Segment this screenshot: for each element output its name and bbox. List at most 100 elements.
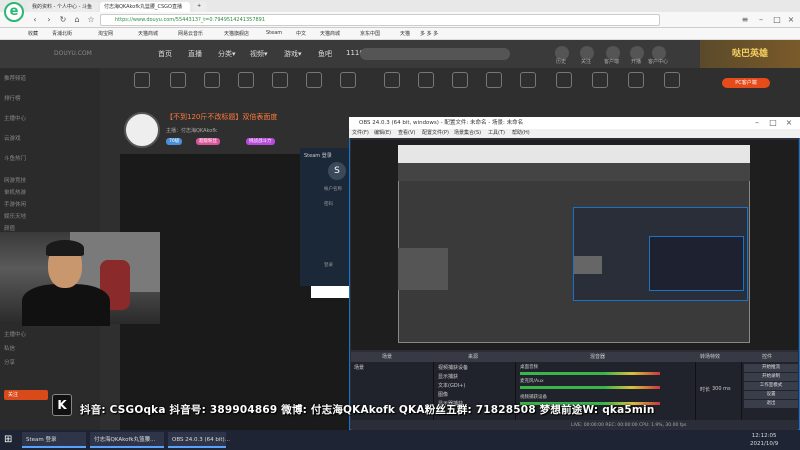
- sidebar-item[interactable]: 分享: [4, 358, 15, 366]
- taskbar-item[interactable]: Steam 登录: [22, 432, 86, 448]
- windows-start-icon[interactable]: ⊞: [4, 434, 16, 446]
- category-icon[interactable]: [238, 72, 254, 88]
- bookmark[interactable]: 多 多 多: [420, 30, 438, 37]
- close-icon[interactable]: ×: [786, 15, 796, 25]
- maximize-icon[interactable]: □: [772, 15, 782, 25]
- category-icon[interactable]: [592, 72, 608, 88]
- studio-mode-button[interactable]: 工作室模式: [744, 382, 798, 390]
- search-input[interactable]: [360, 48, 510, 60]
- menu-icon[interactable]: ≡: [740, 15, 750, 25]
- obs-menu-item[interactable]: 文件(F): [352, 129, 369, 138]
- webcam-person-hair: [46, 240, 84, 256]
- category-icon[interactable]: [306, 72, 322, 88]
- sidebar-item[interactable]: 主播中心: [4, 114, 26, 122]
- minimize-icon[interactable]: –: [756, 15, 766, 25]
- nav-home[interactable]: 首页: [158, 49, 172, 59]
- nav-live[interactable]: 直播: [188, 49, 202, 59]
- nav-video[interactable]: 视频▾: [250, 49, 268, 59]
- system-clock[interactable]: 12:12:05 2021/10/9: [750, 432, 778, 448]
- start-streaming-button[interactable]: 开始推流: [744, 364, 798, 372]
- new-tab-button[interactable]: +: [193, 2, 207, 12]
- bookmark[interactable]: 网易云音乐: [178, 30, 203, 37]
- audio-meter: [520, 386, 660, 389]
- obs-menu-item[interactable]: 工具(T): [488, 129, 505, 138]
- back-icon[interactable]: ‹: [30, 15, 40, 25]
- obs-menu-item[interactable]: 场景集合(S): [454, 129, 481, 138]
- bookmark[interactable]: 淘宝网: [98, 30, 113, 37]
- refresh-icon[interactable]: ↻: [58, 15, 68, 25]
- category-icon[interactable]: [452, 72, 468, 88]
- browser-tab-active[interactable]: 付志海QKAkofk丸篮腰_CSGO直播: [100, 2, 190, 12]
- source-item[interactable]: 文本(GDI+): [438, 382, 465, 389]
- category-icon[interactable]: [664, 72, 680, 88]
- sidebar-item[interactable]: 私信: [4, 344, 15, 352]
- start-recording-button[interactable]: 开始录制: [744, 373, 798, 381]
- bookmark[interactable]: 天猫商城: [138, 30, 158, 37]
- preview-nested-webcam-2: [574, 256, 602, 274]
- nav-category[interactable]: 分类▾: [218, 49, 236, 59]
- taskbar-item[interactable]: OBS 24.0.3 (64 bit)...: [168, 432, 230, 448]
- star-icon[interactable]: ☆: [86, 15, 96, 25]
- obs-menu-item[interactable]: 查看(V): [398, 129, 415, 138]
- source-item[interactable]: 图像: [438, 391, 448, 398]
- site-logo[interactable]: DOUYU.COM: [54, 46, 126, 62]
- obs-close-icon[interactable]: ×: [784, 118, 794, 128]
- browser-tab[interactable]: 我的资料 - 个人中心 - 斗鱼: [28, 2, 98, 12]
- steam-login-button[interactable]: 登录: [324, 262, 333, 268]
- category-icon[interactable]: [628, 72, 644, 88]
- category-icon[interactable]: [340, 72, 356, 88]
- scenes-dock-title: 场景: [382, 354, 393, 360]
- streamer-avatar[interactable]: [124, 112, 160, 148]
- category-icon[interactable]: [272, 72, 288, 88]
- transition-duration-input[interactable]: 300 ms: [712, 386, 731, 392]
- forward-icon[interactable]: ›: [44, 15, 54, 25]
- category-icon[interactable]: [384, 72, 400, 88]
- source-item[interactable]: 显示捕获: [438, 373, 458, 380]
- sidebar-item[interactable]: 手游休闲: [4, 200, 26, 208]
- obs-menu-item[interactable]: 编辑(E): [374, 129, 391, 138]
- sidebar-item[interactable]: 斗鱼热门: [4, 154, 26, 162]
- sidebar-item[interactable]: 颜值: [4, 224, 15, 232]
- scene-item[interactable]: 场景: [354, 364, 364, 371]
- source-item[interactable]: 视频捕获设备: [438, 364, 468, 371]
- obs-maximize-icon[interactable]: □: [768, 118, 778, 128]
- category-icon[interactable]: [556, 72, 572, 88]
- bookmark[interactable]: 青浦北街: [52, 30, 72, 37]
- follow-button[interactable]: 关注: [4, 390, 48, 400]
- obs-minimize-icon[interactable]: –: [752, 118, 762, 128]
- category-icon[interactable]: [204, 72, 220, 88]
- sidebar-item[interactable]: 网游竞技: [4, 176, 26, 184]
- bookmark[interactable]: 京东中国: [360, 30, 380, 37]
- category-icon[interactable]: [418, 72, 434, 88]
- sidebar-item[interactable]: 单机热游: [4, 188, 26, 196]
- bookmark[interactable]: Steam: [266, 30, 282, 36]
- exit-button[interactable]: 退出: [744, 400, 798, 408]
- sidebar-item[interactable]: 娱乐天地: [4, 212, 26, 220]
- sidebar-item[interactable]: 主播中心: [4, 330, 26, 338]
- bookmark[interactable]: 收藏: [28, 30, 38, 37]
- category-icon[interactable]: [134, 72, 150, 88]
- category-icon[interactable]: [486, 72, 502, 88]
- sidebar-item[interactable]: 推荐频道: [4, 74, 26, 82]
- promo-banner[interactable]: 哒巴英雄: [700, 40, 800, 68]
- nav-fishbar[interactable]: 鱼吧: [318, 49, 332, 59]
- bookmark[interactable]: 中文: [296, 30, 306, 37]
- address-bar[interactable]: https://www.douyu.com/5544313?_t=0.79495…: [100, 14, 660, 26]
- sidebar-item[interactable]: 云游戏: [4, 134, 21, 142]
- taskbar-item[interactable]: 付志海QKAkofk丸篮腰...: [90, 432, 164, 448]
- sidebar-item[interactable]: 排行榜: [4, 94, 21, 102]
- nav-games[interactable]: 游戏▾: [284, 49, 302, 59]
- bookmark[interactable]: 天猫商城: [320, 30, 340, 37]
- pc-client-button[interactable]: PC客户端: [722, 78, 770, 88]
- mixer-channel-label: 桌面音频: [520, 365, 538, 370]
- clock-time: 12:12:05: [751, 433, 777, 439]
- bookmark[interactable]: 天猫: [400, 30, 410, 37]
- bookmark[interactable]: 天猫旗舰店: [224, 30, 249, 37]
- category-icon[interactable]: [520, 72, 536, 88]
- obs-title-bar: OBS 24.0.3 (64 bit, windows) - 配置文件: 未命名…: [349, 117, 800, 129]
- home-icon[interactable]: ⌂: [72, 15, 82, 25]
- settings-button[interactable]: 设置: [744, 391, 798, 399]
- obs-menu-item[interactable]: 帮助(H): [512, 129, 530, 138]
- category-icon[interactable]: [170, 72, 186, 88]
- obs-menu-item[interactable]: 配置文件(P): [422, 129, 449, 138]
